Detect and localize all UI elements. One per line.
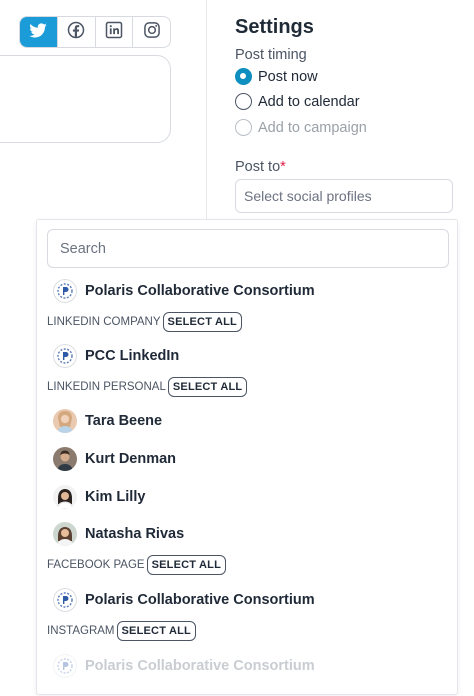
radio-label: Add to calendar (258, 93, 360, 110)
profile-item[interactable]: Polaris Collaborative Consortium (53, 279, 315, 303)
polaris-logo-icon (53, 344, 77, 368)
radio-button[interactable] (235, 68, 252, 85)
profile-item[interactable]: Natasha Rivas (53, 522, 184, 546)
facebook-icon (66, 20, 86, 45)
profile-search-input[interactable] (47, 229, 449, 268)
profile-name: Tara Beene (85, 413, 163, 429)
polaris-logo-icon (53, 654, 77, 678)
profile-item[interactable]: Kurt Denman (53, 447, 176, 471)
radio-add-to-calendar[interactable]: Add to calendar (235, 93, 360, 110)
person-avatar-icon (53, 447, 77, 471)
select-all-button[interactable]: SELECT ALL (162, 312, 242, 332)
instagram-icon (142, 20, 162, 45)
person-avatar-icon (53, 522, 77, 546)
profile-name: Polaris Collaborative Consortium (85, 658, 315, 674)
profile-item[interactable]: PCC LinkedIn (53, 344, 179, 368)
tab-twitter[interactable] (20, 17, 58, 47)
profile-name: Polaris Collaborative Consortium (85, 283, 315, 299)
group-linkedin-company: LINKEDIN COMPANY SELECT ALL (47, 312, 242, 332)
post-timing-label: Post timing (235, 47, 307, 63)
post-to-label: Post to* (235, 159, 286, 175)
person-avatar-icon (53, 485, 77, 509)
group-facebook-page: FACEBOOK PAGE SELECT ALL (47, 555, 227, 575)
group-instagram: INSTAGRAM SELECT ALL (47, 621, 196, 641)
profile-item[interactable]: Polaris Collaborative Consortium (53, 654, 315, 678)
radio-add-to-campaign: Add to campaign (235, 119, 367, 136)
radio-label: Post now (258, 68, 318, 85)
group-label: INSTAGRAM (47, 625, 115, 637)
group-label: FACEBOOK PAGE (47, 559, 145, 571)
profiles-dropdown: Polaris Collaborative Consortium LINKEDI… (36, 219, 458, 695)
group-label: LINKEDIN COMPANY (47, 316, 161, 328)
required-mark: * (280, 159, 286, 175)
radio-post-now[interactable]: Post now (235, 68, 318, 85)
profile-name: Kim Lilly (85, 489, 146, 505)
polaris-logo-icon (53, 279, 77, 303)
tab-linkedin[interactable] (96, 17, 134, 47)
profiles-placeholder: Select social profiles (244, 188, 372, 204)
social-network-tabs (19, 16, 171, 48)
profile-item[interactable]: Kim Lilly (53, 485, 145, 509)
settings-title: Settings (235, 16, 314, 38)
person-avatar-icon (53, 409, 77, 433)
twitter-icon (28, 20, 48, 45)
profile-item[interactable]: Polaris Collaborative Consortium (53, 588, 315, 612)
group-label: LINKEDIN PERSONAL (47, 381, 166, 393)
profile-name: Natasha Rivas (85, 526, 185, 542)
tab-instagram[interactable] (133, 17, 170, 47)
post-composer[interactable] (0, 55, 171, 143)
tab-facebook[interactable] (58, 17, 96, 47)
profile-name: PCC LinkedIn (85, 348, 180, 364)
profile-name: Polaris Collaborative Consortium (85, 592, 315, 608)
profile-name: Kurt Denman (85, 451, 177, 467)
select-all-button[interactable]: SELECT ALL (116, 621, 196, 641)
panel-divider (206, 0, 207, 220)
polaris-logo-icon (53, 588, 77, 612)
radio-label: Add to campaign (258, 119, 367, 136)
social-profiles-select[interactable]: Select social profiles (235, 179, 453, 213)
profile-item[interactable]: Tara Beene (53, 409, 162, 433)
linkedin-icon (104, 20, 124, 45)
group-linkedin-personal: LINKEDIN PERSONAL SELECT ALL (47, 377, 248, 397)
select-all-button[interactable]: SELECT ALL (146, 555, 227, 575)
radio-button[interactable] (235, 93, 252, 110)
select-all-button[interactable]: SELECT ALL (167, 377, 248, 397)
post-to-text: Post to (235, 159, 281, 175)
radio-button (235, 119, 252, 136)
